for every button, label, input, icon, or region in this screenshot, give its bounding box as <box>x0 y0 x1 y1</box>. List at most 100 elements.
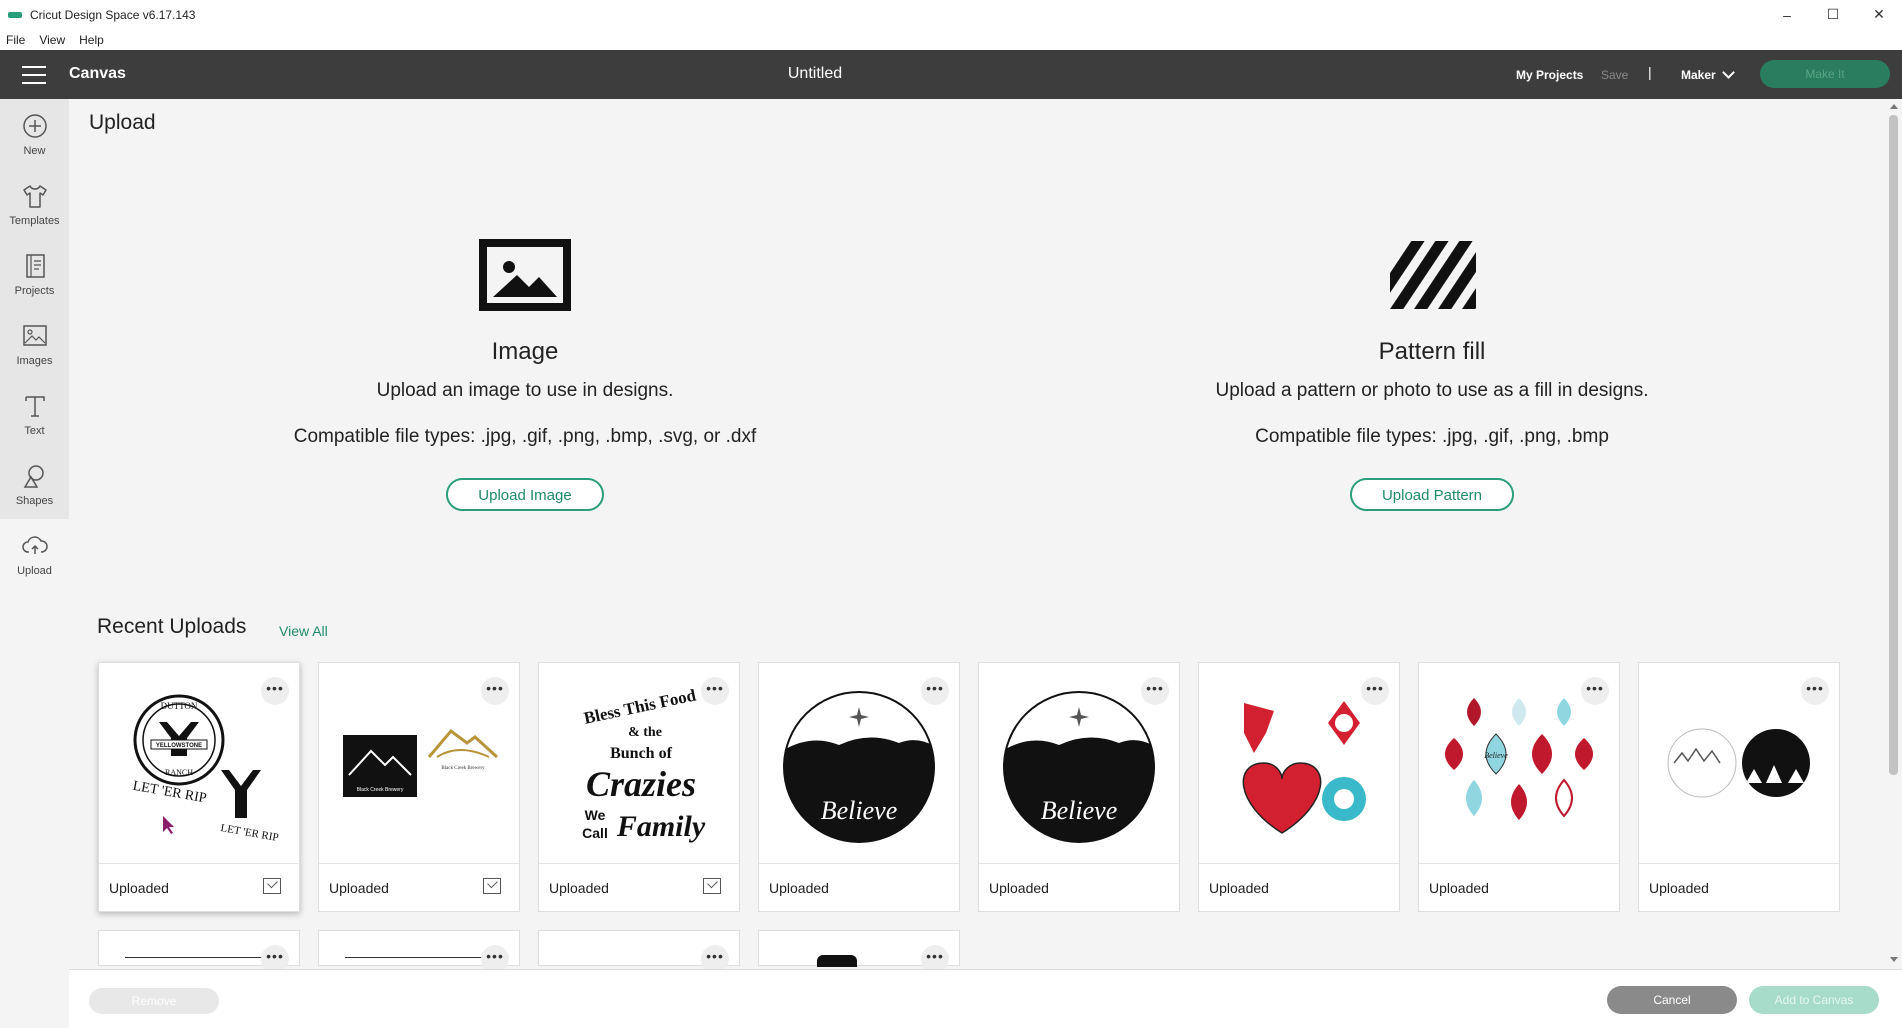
page-title: Upload <box>89 111 156 134</box>
minimize-button[interactable]: – <box>1764 0 1810 29</box>
sidebar-item-projects[interactable]: Projects <box>0 239 69 309</box>
maximize-button[interactable]: ☐ <box>1810 0 1856 29</box>
thumb-text: Believe <box>821 796 898 825</box>
save-button[interactable]: Save <box>1601 68 1628 82</box>
window-controls: – ☐ ✕ <box>1764 0 1902 29</box>
thumb-text: We <box>585 807 606 823</box>
view-all-link[interactable]: View All <box>279 623 328 639</box>
upload-status: Uploaded <box>549 880 609 896</box>
close-button[interactable]: ✕ <box>1856 0 1902 29</box>
window-titlebar: Cricut Design Space v6.17.143 – ☐ ✕ <box>0 0 1902 29</box>
sidebar-item-shapes[interactable]: Shapes <box>0 449 69 519</box>
upload-card[interactable]: Bless This Food & the Bunch of Crazies W… <box>538 662 740 912</box>
bless-food-thumbnail: Bless This Food & the Bunch of Crazies W… <box>582 685 706 843</box>
image-file-types: Compatible file types: .jpg, .gif, .png,… <box>293 426 757 447</box>
make-it-button[interactable]: Make It <box>1760 60 1890 88</box>
upload-card[interactable]: ••• <box>318 930 520 969</box>
more-options-icon[interactable]: ••• <box>481 677 509 705</box>
upload-status: Uploaded <box>1429 880 1489 896</box>
sidebar-item-label: Upload <box>17 564 52 577</box>
thumb-text: Bless This Food <box>582 685 698 727</box>
sidebar-item-label: Templates <box>9 214 60 227</box>
more-options-icon[interactable]: ••• <box>921 677 949 705</box>
more-options-icon[interactable]: ••• <box>1361 677 1389 705</box>
sidebar-item-images[interactable]: Images <box>0 309 69 379</box>
thumb-text: & the <box>628 725 662 740</box>
upload-status: Uploaded <box>989 880 1049 896</box>
lantern-ornaments-thumbnail: Believe <box>1445 698 1593 820</box>
chevron-down-icon[interactable] <box>1722 66 1735 79</box>
upload-status: Uploaded <box>1209 880 1269 896</box>
thumb-text: Family <box>616 810 706 843</box>
more-options-icon[interactable]: ••• <box>261 945 289 969</box>
upload-image-button[interactable]: Upload Image <box>446 478 604 511</box>
sidebar-item-new[interactable]: New <box>0 99 69 169</box>
thumb-text: DUTTON <box>161 701 198 711</box>
sidebar-item-text[interactable]: Text <box>0 379 69 449</box>
left-sidebar: New Templates Projects Images Text Shape… <box>0 99 69 589</box>
upload-card[interactable]: ••• Uploaded <box>1638 662 1840 912</box>
thumb-text: Bunch of <box>610 745 672 762</box>
cancel-button[interactable]: Cancel <box>1607 986 1737 1014</box>
more-options-icon[interactable]: ••• <box>1581 677 1609 705</box>
upload-card[interactable]: Black Creek Brewery Black Creek Brewery … <box>318 662 520 912</box>
pattern-file-types: Compatible file types: .jpg, .gif, .png,… <box>1255 426 1609 447</box>
scroll-down-icon[interactable] <box>1890 957 1898 962</box>
scroll-up-icon[interactable] <box>1890 104 1898 109</box>
pattern-section-title: Pattern fill <box>1378 338 1486 365</box>
thumb-text: YELLOWSTONE <box>156 743 202 749</box>
upload-card[interactable]: Believe ••• Uploaded <box>758 662 960 912</box>
upload-card[interactable]: Believe ••• Uploaded <box>978 662 1180 912</box>
cloud-upload-icon <box>21 535 48 554</box>
more-options-icon[interactable]: ••• <box>921 945 949 969</box>
my-projects-link[interactable]: My Projects <box>1516 68 1583 82</box>
more-options-icon[interactable]: ••• <box>1141 677 1169 705</box>
add-to-canvas-button[interactable]: Add to Canvas <box>1749 986 1879 1014</box>
card-footer: Uploaded <box>1419 863 1619 911</box>
remove-button[interactable]: Remove <box>89 988 219 1014</box>
upload-panel: Upload Image Upload an image to use in d… <box>69 99 1885 969</box>
sidebar-item-label: New <box>23 144 46 157</box>
image-icon <box>479 239 571 311</box>
header-separator: | <box>1648 64 1652 80</box>
more-options-icon[interactable]: ••• <box>1801 677 1829 705</box>
more-options-icon[interactable]: ••• <box>481 945 509 969</box>
red-ornaments-thumbnail <box>1242 701 1366 834</box>
more-options-icon[interactable]: ••• <box>261 677 289 705</box>
vertical-scrollbar[interactable] <box>1885 99 1902 969</box>
sidebar-item-templates[interactable]: Templates <box>0 169 69 239</box>
upload-status: Uploaded <box>109 880 169 896</box>
sidebar-item-upload[interactable]: Upload <box>0 519 69 589</box>
selected-checkbox-icon[interactable] <box>483 878 501 894</box>
upload-card[interactable]: ••• <box>98 930 300 969</box>
upload-card[interactable]: ••• <box>538 930 740 969</box>
thumb-text: Call <box>582 825 608 841</box>
scrollbar-thumb[interactable] <box>1889 115 1898 775</box>
card-footer: Uploaded <box>1199 863 1399 911</box>
nativity-believe-thumbnail: Believe <box>1003 691 1155 843</box>
image-section-title: Image <box>491 338 559 365</box>
selected-checkbox-icon[interactable] <box>703 878 721 894</box>
sidebar-item-label: Shapes <box>15 494 54 507</box>
card-footer: Uploaded <box>319 863 519 911</box>
menu-view[interactable]: View <box>39 33 65 47</box>
upload-card[interactable]: ••• Uploaded <box>1198 662 1400 912</box>
thumb-text: Believe <box>1041 796 1118 825</box>
cricut-logo-icon <box>8 11 22 18</box>
thumb-text: Black Creek Brewery <box>357 787 404 793</box>
upload-status: Uploaded <box>769 880 829 896</box>
plus-circle-icon <box>22 113 47 138</box>
upload-card[interactable]: Believe ••• Uploaded <box>1418 662 1620 912</box>
selected-checkbox-icon[interactable] <box>263 878 281 894</box>
more-options-icon[interactable]: ••• <box>701 945 729 969</box>
menu-bar: File View Help <box>0 29 1902 50</box>
upload-status: Uploaded <box>1649 880 1709 896</box>
upload-status: Uploaded <box>329 880 389 896</box>
menu-help[interactable]: Help <box>79 33 104 47</box>
more-options-icon[interactable]: ••• <box>701 677 729 705</box>
upload-card[interactable]: ••• <box>758 930 960 969</box>
upload-card[interactable]: DUTTON YELLOWSTONE RANCH LET 'ER RIP LET… <box>98 662 300 912</box>
menu-file[interactable]: File <box>6 33 25 47</box>
machine-selector[interactable]: Maker <box>1681 68 1716 82</box>
upload-pattern-button[interactable]: Upload Pattern <box>1349 478 1515 511</box>
